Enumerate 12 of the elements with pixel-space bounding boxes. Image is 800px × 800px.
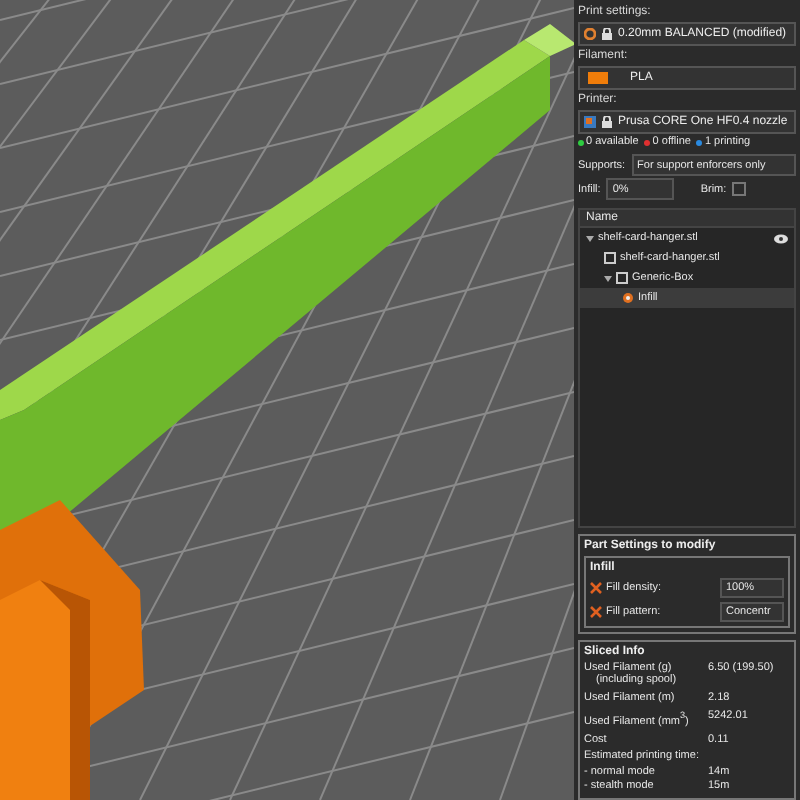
caret-icon[interactable]	[586, 234, 594, 242]
lock-icon	[602, 116, 612, 128]
gear-icon	[622, 292, 634, 304]
brim-checkbox[interactable]	[732, 182, 747, 196]
printer-icon	[584, 116, 596, 128]
delete-icon[interactable]	[590, 582, 602, 594]
delete-icon[interactable]	[590, 606, 602, 618]
3d-viewport-drawing[interactable]	[0, 0, 574, 800]
caret-icon[interactable]	[604, 274, 612, 282]
lock-icon	[602, 28, 612, 40]
eye-icon[interactable]	[774, 233, 788, 243]
gear-icon	[584, 28, 596, 40]
